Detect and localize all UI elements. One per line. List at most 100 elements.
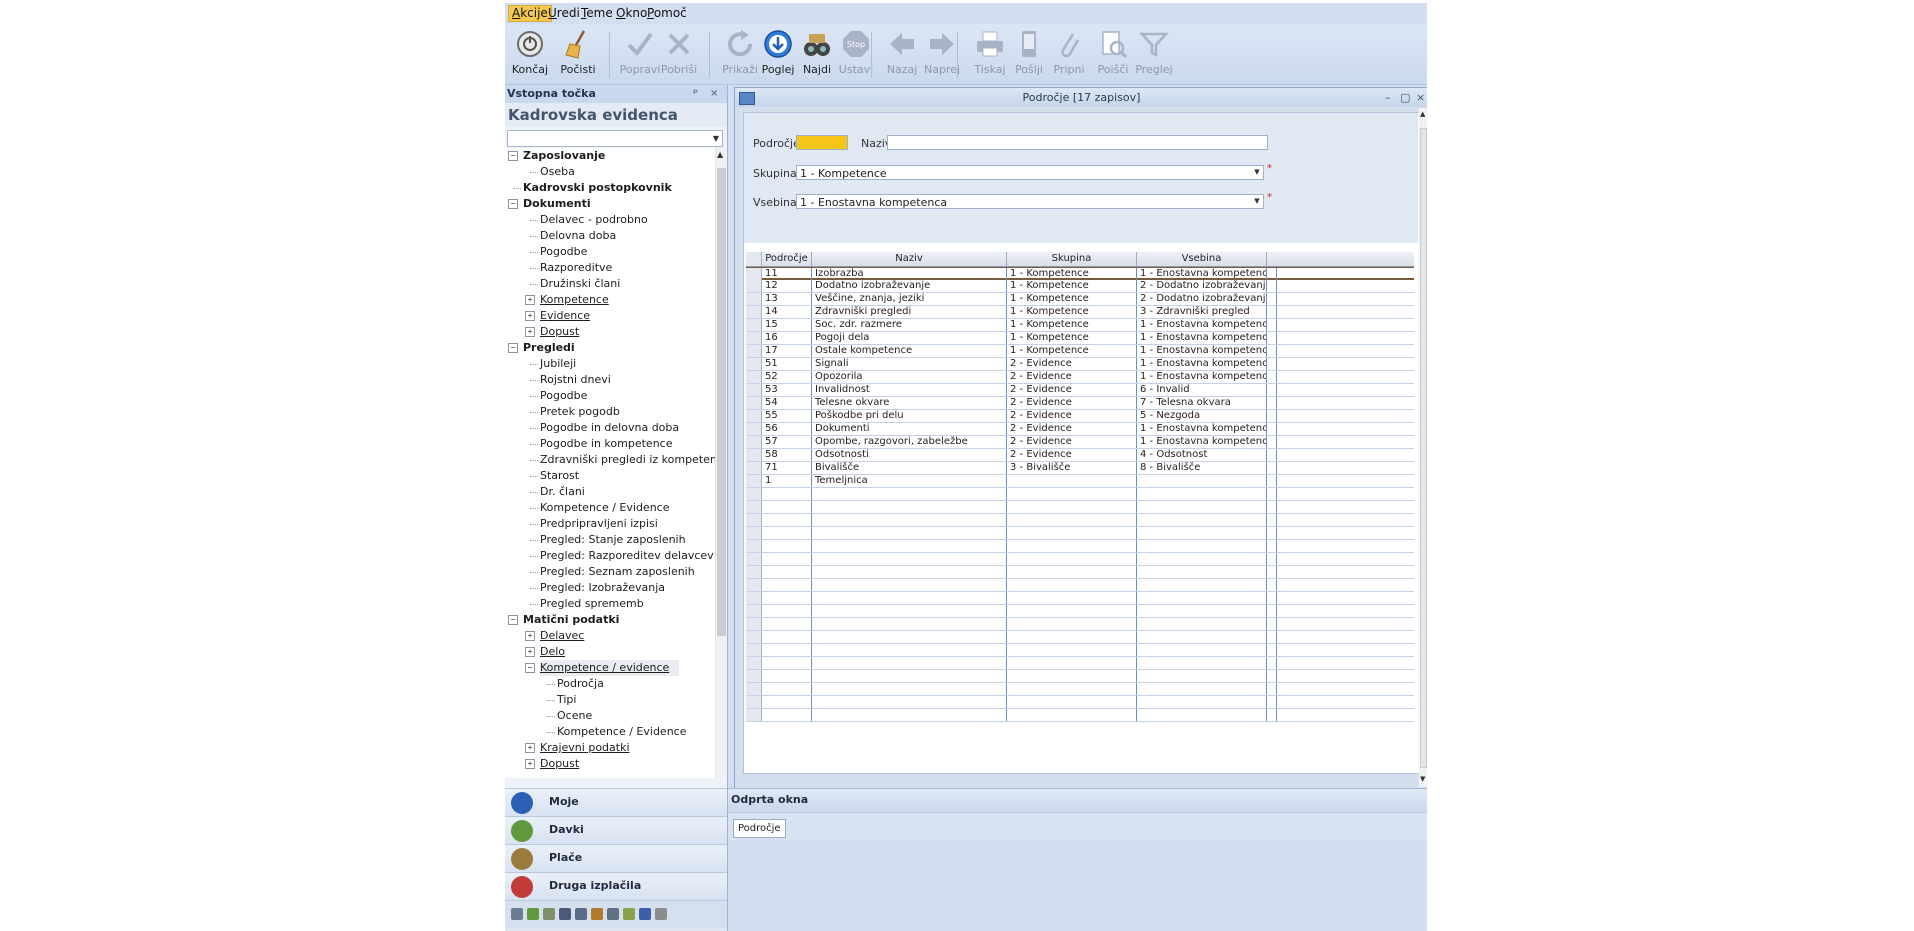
collapse-icon[interactable]: − (508, 151, 518, 161)
scrollbar-thumb[interactable] (1420, 128, 1427, 768)
collapse-icon[interactable]: − (508, 343, 518, 353)
module-3[interactable]: Druga izplačila (505, 872, 727, 901)
form-scrollbar[interactable]: ▲ ▼ (1419, 108, 1427, 787)
tree-item[interactable]: Delavec (540, 628, 584, 644)
toolbar-button-9[interactable]: Naprej (919, 28, 965, 82)
table-row[interactable] (746, 592, 1414, 605)
expand-icon[interactable]: + (525, 327, 535, 337)
chevron-down-icon[interactable]: ▼ (1251, 166, 1263, 179)
table-row[interactable] (746, 683, 1414, 696)
tree-item[interactable]: Zaposlovanje (523, 148, 605, 164)
module-0[interactable]: Moje (505, 788, 727, 817)
table-row[interactable] (746, 553, 1414, 566)
tree-item[interactable]: Pogodbe (540, 388, 587, 404)
table-row[interactable] (746, 579, 1414, 592)
table-row[interactable] (746, 657, 1414, 670)
table-row[interactable]: 55 Poškodbe pri delu 2 - Evidence 5 - Nezgo… (746, 410, 1414, 423)
tree-item[interactable]: Jubileji (540, 356, 576, 372)
restore-icon[interactable]: ▢ (1400, 88, 1410, 107)
tree-item[interactable]: Dr. člani (540, 484, 585, 500)
expand-icon[interactable]: + (525, 311, 535, 321)
table-row[interactable] (746, 670, 1414, 683)
tree-item[interactable]: Področja (557, 676, 604, 692)
table-row[interactable]: 53 Invalidnost 2 - Evidence 6 - Invalid (746, 384, 1414, 397)
table-row[interactable]: 51 Signali 2 - Evidence 1 - Enostavna kompe… (746, 358, 1414, 371)
toolbar-button-14[interactable]: Preglej (1131, 28, 1177, 82)
close-icon[interactable]: × (1416, 88, 1425, 107)
table-row[interactable]: 71 Bivališče 3 - Bivališče 8 - Bivališče (746, 462, 1414, 475)
toolbar-button-1[interactable]: Počisti (555, 28, 601, 82)
tree-item[interactable]: Rojstni dnevi (540, 372, 611, 388)
table-row[interactable]: 15 Soc. zdr. razmere 1 - Kompetence 1 - Eno… (746, 319, 1414, 332)
tree-item[interactable]: Kompetence (540, 292, 609, 308)
expand-icon[interactable]: + (525, 647, 535, 657)
toolbar-button-3[interactable]: Pobriši (656, 28, 702, 82)
cart-icon[interactable] (511, 908, 523, 920)
tree-item[interactable]: Kompetence / Evidence (557, 724, 686, 740)
menu-4[interactable]: Pomoč (644, 6, 690, 21)
column-header[interactable]: Skupina (1007, 252, 1137, 266)
table-row[interactable]: 14 Zdravniški pregledi 1 - Kompetence 3 - Z… (746, 306, 1414, 319)
tree-item[interactable]: Pretek pogodb (540, 404, 620, 420)
tree-scrollbar[interactable]: ▲ (715, 148, 727, 778)
pin-icon[interactable]: ᵖ (693, 85, 698, 103)
collapse-icon[interactable]: − (508, 199, 518, 209)
table-row[interactable]: 13 Veščine, znanja, jeziki 1 - Kompetence 2… (746, 293, 1414, 306)
tree-item[interactable]: Oseba (540, 164, 575, 180)
tree-item[interactable]: Družinski člani (540, 276, 620, 292)
toolbar-button-12[interactable]: Pripni (1046, 28, 1092, 82)
vsebina-select[interactable]: 1 - Enostavna kompetenca ▼ (796, 194, 1264, 209)
close-icon[interactable]: × (710, 85, 718, 103)
menu-2[interactable]: Teme (578, 6, 616, 21)
tree-item[interactable]: Pregled: Seznam zaposlenih (540, 564, 695, 580)
table-row[interactable]: 12 Dodatno izobraževanje 1 - Kompetence 2 -… (746, 280, 1414, 293)
table-row[interactable] (746, 540, 1414, 553)
table-row[interactable]: 1 Temeljnica (746, 475, 1414, 488)
expand-icon[interactable]: + (525, 295, 535, 305)
money-icon[interactable] (543, 908, 555, 920)
column-header[interactable]: Področje (762, 252, 812, 266)
column-header[interactable]: Vsebina (1137, 252, 1267, 266)
table-row[interactable] (746, 709, 1414, 722)
tree-item[interactable]: Matični podatki (523, 612, 619, 628)
table-row[interactable]: 54 Telesne okvare 2 - Evidence 7 - Telesna … (746, 397, 1414, 410)
chevron-down-icon[interactable]: ▼ (1251, 195, 1263, 208)
tree-item[interactable]: Predpripravljeni izpisi (540, 516, 658, 532)
tree-search-input[interactable]: ▼ (507, 130, 723, 147)
tree-item[interactable]: Pregledi (523, 340, 575, 356)
table-row[interactable] (746, 488, 1414, 501)
toolbar-button-13[interactable]: Poišči (1090, 28, 1136, 82)
tree-item[interactable]: Razporeditve (540, 260, 612, 276)
tree-item[interactable]: Ocene (557, 708, 592, 724)
column-header[interactable]: Naziv (812, 252, 1007, 266)
globe-icon[interactable] (655, 908, 667, 920)
tree-item[interactable]: Krajevni podatki (540, 740, 630, 756)
table-row[interactable]: 58 Odsotnosti 2 - Evidence 4 - Odsotnost (746, 449, 1414, 462)
table-row[interactable] (746, 618, 1414, 631)
module-1[interactable]: Davki (505, 816, 727, 845)
tree-item[interactable]: Pregled sprememb (540, 596, 644, 612)
tree-item[interactable]: Delavec - podrobno (540, 212, 648, 228)
table-row[interactable] (746, 696, 1414, 709)
tree-item[interactable]: Delo (540, 644, 565, 660)
tree-item[interactable]: Pregled: Razporeditev delavcev (540, 548, 714, 564)
tree-item[interactable]: Dopust (540, 324, 579, 340)
open-window-tab[interactable]: Področje (733, 819, 786, 838)
module-2[interactable]: Plače (505, 844, 727, 873)
expand-icon[interactable]: + (525, 759, 535, 769)
tree-item[interactable]: Dopust (540, 756, 579, 772)
podrocje-input[interactable] (796, 135, 848, 150)
tree-item[interactable]: Delovna doba (540, 228, 616, 244)
tree-item[interactable]: Zdravniški pregledi iz kompetenc (540, 452, 715, 468)
tree-item[interactable]: Kompetence / evidence (540, 660, 680, 676)
tree-item[interactable]: Pregled: Izobraževanja (540, 580, 665, 596)
table-row[interactable] (746, 566, 1414, 579)
collapse-icon[interactable]: − (508, 615, 518, 625)
table-row[interactable]: 16 Pogoji dela 1 - Kompetence 1 - Enostavna… (746, 332, 1414, 345)
book-icon[interactable] (575, 908, 587, 920)
tree-item[interactable]: Dokumenti (523, 196, 591, 212)
tree-item[interactable]: Pogodbe (540, 244, 587, 260)
minimize-icon[interactable]: – (1385, 88, 1391, 107)
calculator-icon[interactable] (527, 908, 539, 920)
scroll-up-icon[interactable]: ▲ (1420, 110, 1425, 118)
